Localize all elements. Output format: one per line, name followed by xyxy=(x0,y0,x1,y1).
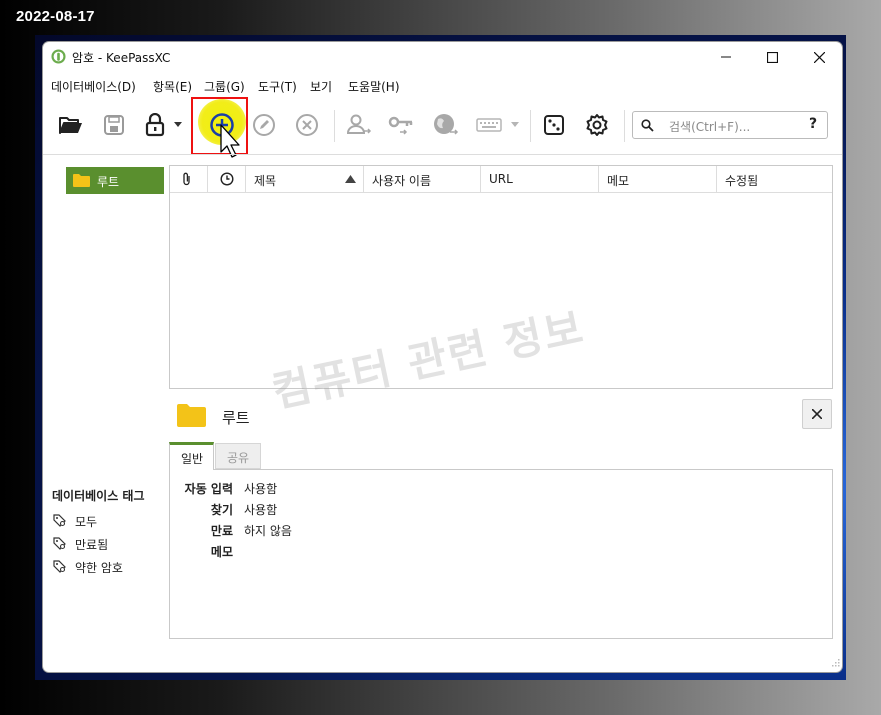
tag-label: 약한 암호 xyxy=(75,561,123,575)
search-placeholder: 검색(Ctrl+F)... xyxy=(669,120,751,134)
maximize-icon xyxy=(766,51,778,63)
col-notes[interactable]: 메모 xyxy=(599,166,717,192)
copy-username-icon xyxy=(346,114,372,134)
col-username-label: 사용자 이름 xyxy=(372,174,432,188)
edit-pencil-icon xyxy=(253,114,275,136)
tag-label: 모두 xyxy=(75,515,98,529)
caret-down-icon xyxy=(174,122,182,127)
save-database-button[interactable] xyxy=(98,109,130,141)
detail-key-expiry: 만료 xyxy=(210,524,233,538)
menu-database[interactable]: 데이터베이스(D) xyxy=(51,78,136,95)
menu-tools[interactable]: 도구(T) xyxy=(258,78,297,95)
search-icon xyxy=(641,119,654,132)
col-expires[interactable] xyxy=(208,166,246,192)
menu-view[interactable]: 보기 xyxy=(310,78,332,95)
search-help-button[interactable]: ? xyxy=(809,116,817,132)
col-title-label: 제목 xyxy=(254,174,277,188)
gear-icon xyxy=(586,114,608,136)
menu-entries[interactable]: 항목(E) xyxy=(153,78,192,95)
sort-ascending-icon xyxy=(345,175,356,183)
group-folder-icon xyxy=(177,404,206,427)
globe-icon xyxy=(434,114,459,135)
resize-grip-icon[interactable] xyxy=(830,659,840,669)
minimize-button[interactable] xyxy=(703,42,749,72)
tag-label: 만료됨 xyxy=(75,538,109,552)
col-username[interactable]: 사용자 이름 xyxy=(364,166,481,192)
paperclip-icon xyxy=(183,172,190,186)
folder-open-icon xyxy=(59,117,82,134)
close-icon xyxy=(812,409,822,419)
dice-icon xyxy=(544,115,564,135)
detail-value-autotype: 사용함 xyxy=(244,482,278,496)
autotype-dropdown-button[interactable] xyxy=(508,109,522,141)
lock-database-button[interactable] xyxy=(139,109,171,141)
edit-entry-button[interactable] xyxy=(248,109,280,141)
col-modified-label: 수정됨 xyxy=(725,174,759,188)
tag-search-icon xyxy=(53,560,66,573)
tab-general[interactable]: 일반 xyxy=(169,442,214,470)
col-attachment[interactable] xyxy=(170,166,208,192)
detail-key-autotype: 자동 입력 xyxy=(184,482,233,496)
detail-value-expiry: 하지 않음 xyxy=(244,524,292,538)
toolbar-separator xyxy=(624,110,625,142)
keyboard-icon xyxy=(476,118,502,132)
toolbar-separator xyxy=(530,110,531,142)
tag-search-icon xyxy=(53,514,66,527)
col-url[interactable]: URL xyxy=(481,166,599,192)
save-icon xyxy=(104,115,124,135)
title-bar: 암호 - KeePassXC xyxy=(43,42,842,72)
table-header-divider xyxy=(170,192,832,193)
delete-circle-icon xyxy=(296,114,318,136)
settings-button[interactable] xyxy=(581,109,613,141)
mouse-cursor-icon xyxy=(220,124,240,158)
toolbar-separator xyxy=(334,110,335,142)
tab-share-label: 공유 xyxy=(227,451,250,465)
tree-root-group[interactable]: 루트 xyxy=(66,167,164,194)
close-icon xyxy=(813,51,825,63)
detail-key-search: 찾기 xyxy=(210,503,233,517)
tab-share[interactable]: 공유 xyxy=(215,443,261,469)
window-title: 암호 - KeePassXC xyxy=(72,51,171,65)
tag-search-icon xyxy=(53,537,66,550)
tags-title: 데이터베이스 태그 xyxy=(52,489,145,503)
group-panel-title: 루트 xyxy=(222,409,250,427)
col-modified[interactable]: 수정됨 xyxy=(717,166,832,192)
close-window-button[interactable] xyxy=(796,42,842,72)
toolbar-divider xyxy=(43,154,842,155)
search-input[interactable]: 검색(Ctrl+F)... ? xyxy=(632,111,828,139)
open-database-button[interactable] xyxy=(55,109,87,141)
tree-root-label: 루트 xyxy=(97,175,120,189)
menu-groups[interactable]: 그룹(G) xyxy=(204,78,245,95)
close-details-button[interactable] xyxy=(802,399,832,429)
lock-icon xyxy=(145,113,165,137)
date-stamp: 2022-08-17 xyxy=(16,8,95,25)
menu-help[interactable]: 도움말(H) xyxy=(348,78,400,95)
maximize-button[interactable] xyxy=(749,42,795,72)
keepassxc-logo-icon xyxy=(51,49,66,64)
detail-key-notes: 메모 xyxy=(210,545,233,559)
keepassxc-window: 암호 - KeePassXC 데이터베이스(D) 항목(E) 그룹(G) 도구(… xyxy=(43,42,842,672)
col-url-label: URL xyxy=(489,172,513,186)
delete-entry-button[interactable] xyxy=(291,109,323,141)
detail-value-search: 사용함 xyxy=(244,503,278,517)
menu-bar: 데이터베이스(D) 항목(E) 그룹(G) 도구(T) 보기 도움말(H) xyxy=(43,73,842,97)
col-title[interactable]: 제목 xyxy=(246,166,364,192)
autotype-button[interactable] xyxy=(473,109,505,141)
key-icon xyxy=(388,116,413,135)
copy-username-button[interactable] xyxy=(343,109,375,141)
lock-dropdown-button[interactable] xyxy=(171,109,185,141)
col-notes-label: 메모 xyxy=(607,174,630,188)
password-generator-button[interactable] xyxy=(538,109,570,141)
tab-general-label: 일반 xyxy=(181,452,204,466)
caret-down-icon xyxy=(511,122,519,127)
clock-icon xyxy=(220,172,234,186)
copy-url-button[interactable] xyxy=(430,109,462,141)
copy-password-button[interactable] xyxy=(386,109,418,141)
folder-icon xyxy=(73,174,90,187)
minimize-icon xyxy=(721,56,731,58)
